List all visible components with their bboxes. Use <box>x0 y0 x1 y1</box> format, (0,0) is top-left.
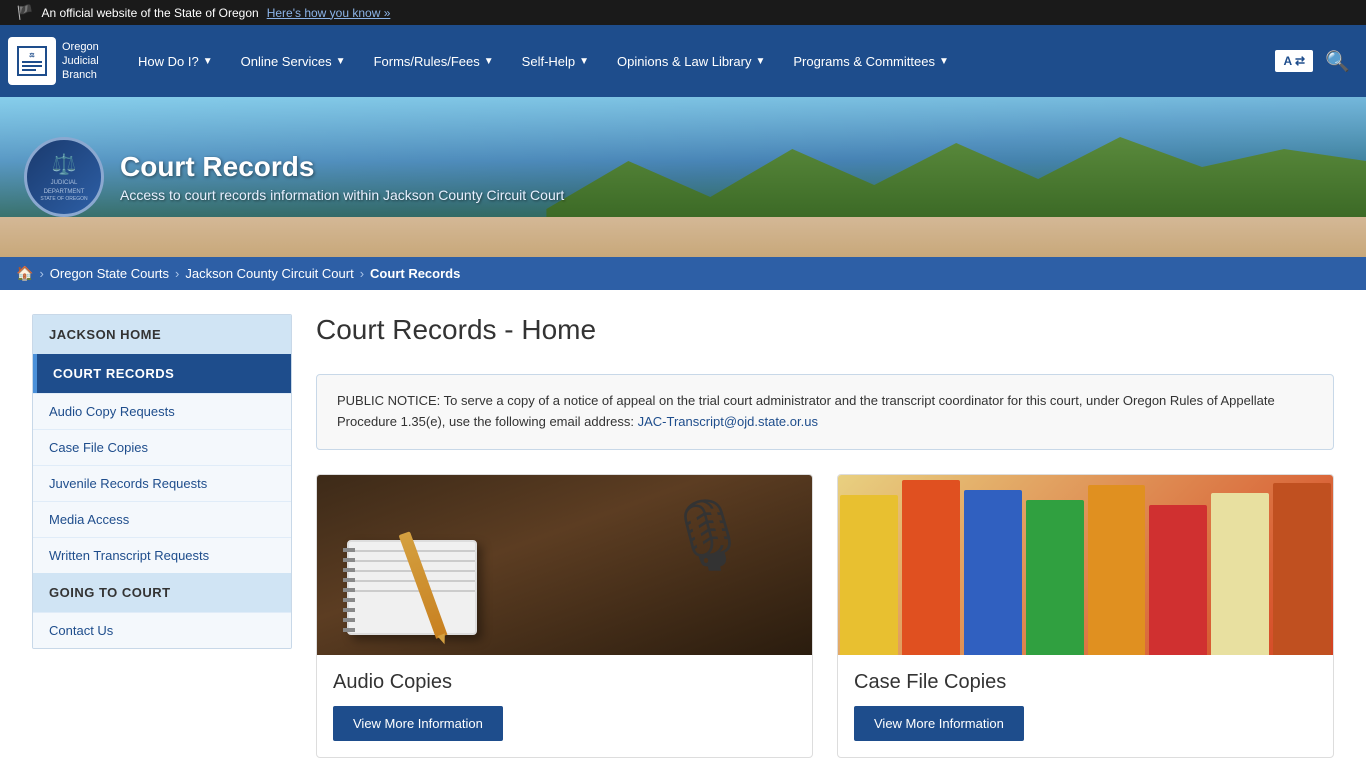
chevron-icon: ▼ <box>484 56 494 67</box>
folder-red <box>902 480 960 655</box>
card-files-body: Case File Copies View More Information <box>838 655 1333 757</box>
flag-icon: 🏴 <box>16 4 33 21</box>
search-button[interactable]: 🔍 <box>1317 41 1358 82</box>
language-button[interactable]: A ⇄ <box>1275 50 1313 72</box>
nav-right: A ⇄ 🔍 <box>1275 41 1358 82</box>
folder-tan <box>1211 493 1269 655</box>
hero-title: Court Records <box>120 151 564 183</box>
card-files-title: Case File Copies <box>854 671 1317 694</box>
sidebar-section: JACKSON HOME COURT RECORDS Audio Copy Re… <box>32 314 292 649</box>
sidebar-item-case-file[interactable]: Case File Copies <box>33 429 291 465</box>
home-icon[interactable]: 🏠 <box>16 265 33 282</box>
sidebar-jackson-home[interactable]: JACKSON HOME <box>33 315 291 354</box>
card-audio-title: Audio Copies <box>333 671 796 694</box>
hero-subtitle: Access to court records information with… <box>120 187 564 203</box>
logo-text: Oregon Judicial Branch <box>62 40 99 83</box>
svg-text:⚖: ⚖ <box>29 52 35 59</box>
content-area: Court Records - Home PUBLIC NOTICE: To s… <box>316 314 1334 758</box>
sidebar-item-transcript[interactable]: Written Transcript Requests <box>33 537 291 573</box>
top-bar-text: An official website of the State of Oreg… <box>41 6 258 20</box>
folder-brown <box>1273 483 1331 655</box>
sidebar-court-records-active: COURT RECORDS <box>33 354 291 393</box>
nav-logo[interactable]: ⚖ Oregon Judicial Branch <box>8 37 108 85</box>
folder-darkred <box>1149 505 1207 655</box>
sidebar-item-juvenile[interactable]: Juvenile Records Requests <box>33 465 291 501</box>
court-seal: ⚖️ JUDICIAL DEPARTMENT STATE OF OREGON <box>24 137 104 217</box>
sidebar-item-media[interactable]: Media Access <box>33 501 291 537</box>
notice-email[interactable]: JAC-Transcript@ojd.state.or.us <box>638 414 818 429</box>
chevron-icon: ▼ <box>939 56 949 67</box>
nav-item-programs[interactable]: Programs & Committees ▼ <box>779 25 963 97</box>
sidebar-going-to-court: GOING TO COURT <box>33 573 291 612</box>
folder-blue <box>964 490 1022 655</box>
logo-icon: ⚖ <box>8 37 56 85</box>
microphone-icon: 🎙 <box>663 495 752 577</box>
spiral-icon <box>343 542 355 633</box>
card-audio-btn[interactable]: View More Information <box>333 706 503 741</box>
top-bar-link[interactable]: Here's how you know » <box>267 6 391 20</box>
card-files-image <box>838 475 1333 655</box>
card-audio-image: 🎙 <box>317 475 812 655</box>
breadcrumb-current: Court Records <box>370 266 460 281</box>
folder-green <box>1026 500 1084 655</box>
chevron-icon: ▼ <box>579 56 589 67</box>
chevron-icon: ▼ <box>755 56 765 67</box>
nav-items: How Do I? ▼ Online Services ▼ Forms/Rule… <box>124 25 1275 97</box>
main-nav: ⚖ Oregon Judicial Branch How Do I? ▼ Onl… <box>0 25 1366 97</box>
nav-item-forms[interactable]: Forms/Rules/Fees ▼ <box>360 25 508 97</box>
cards-grid: 🎙 Audio Copies View More Information <box>316 474 1334 758</box>
nav-item-how[interactable]: How Do I? ▼ <box>124 25 227 97</box>
nav-item-selfhelp[interactable]: Self-Help ▼ <box>508 25 603 97</box>
page-title: Court Records - Home <box>316 314 1334 354</box>
hero-banner: ⚖️ JUDICIAL DEPARTMENT STATE OF OREGON C… <box>0 97 1366 257</box>
hero-content: ⚖️ JUDICIAL DEPARTMENT STATE OF OREGON C… <box>0 117 588 237</box>
main-content: JACKSON HOME COURT RECORDS Audio Copy Re… <box>0 290 1366 782</box>
top-bar: 🏴 An official website of the State of Or… <box>0 0 1366 25</box>
hero-text: Court Records Access to court records in… <box>120 151 564 203</box>
sidebar-item-contact[interactable]: Contact Us <box>33 612 291 648</box>
card-audio-body: Audio Copies View More Information <box>317 655 812 757</box>
sidebar: JACKSON HOME COURT RECORDS Audio Copy Re… <box>32 314 292 758</box>
notice-box: PUBLIC NOTICE: To serve a copy of a noti… <box>316 374 1334 450</box>
card-files: Case File Copies View More Information <box>837 474 1334 758</box>
card-audio: 🎙 Audio Copies View More Information <box>316 474 813 758</box>
folder-yellow <box>840 495 898 655</box>
breadcrumb-item-jackson[interactable]: Jackson County Circuit Court <box>185 266 353 281</box>
sidebar-item-audio[interactable]: Audio Copy Requests <box>33 393 291 429</box>
nav-item-online[interactable]: Online Services ▼ <box>227 25 360 97</box>
chevron-icon: ▼ <box>336 56 346 67</box>
folder-orange <box>1088 485 1146 655</box>
breadcrumb-item-oregon[interactable]: Oregon State Courts <box>50 266 169 281</box>
breadcrumb: 🏠 › Oregon State Courts › Jackson County… <box>0 257 1366 290</box>
nav-item-opinions[interactable]: Opinions & Law Library ▼ <box>603 25 779 97</box>
chevron-icon: ▼ <box>203 56 213 67</box>
card-files-btn[interactable]: View More Information <box>854 706 1024 741</box>
